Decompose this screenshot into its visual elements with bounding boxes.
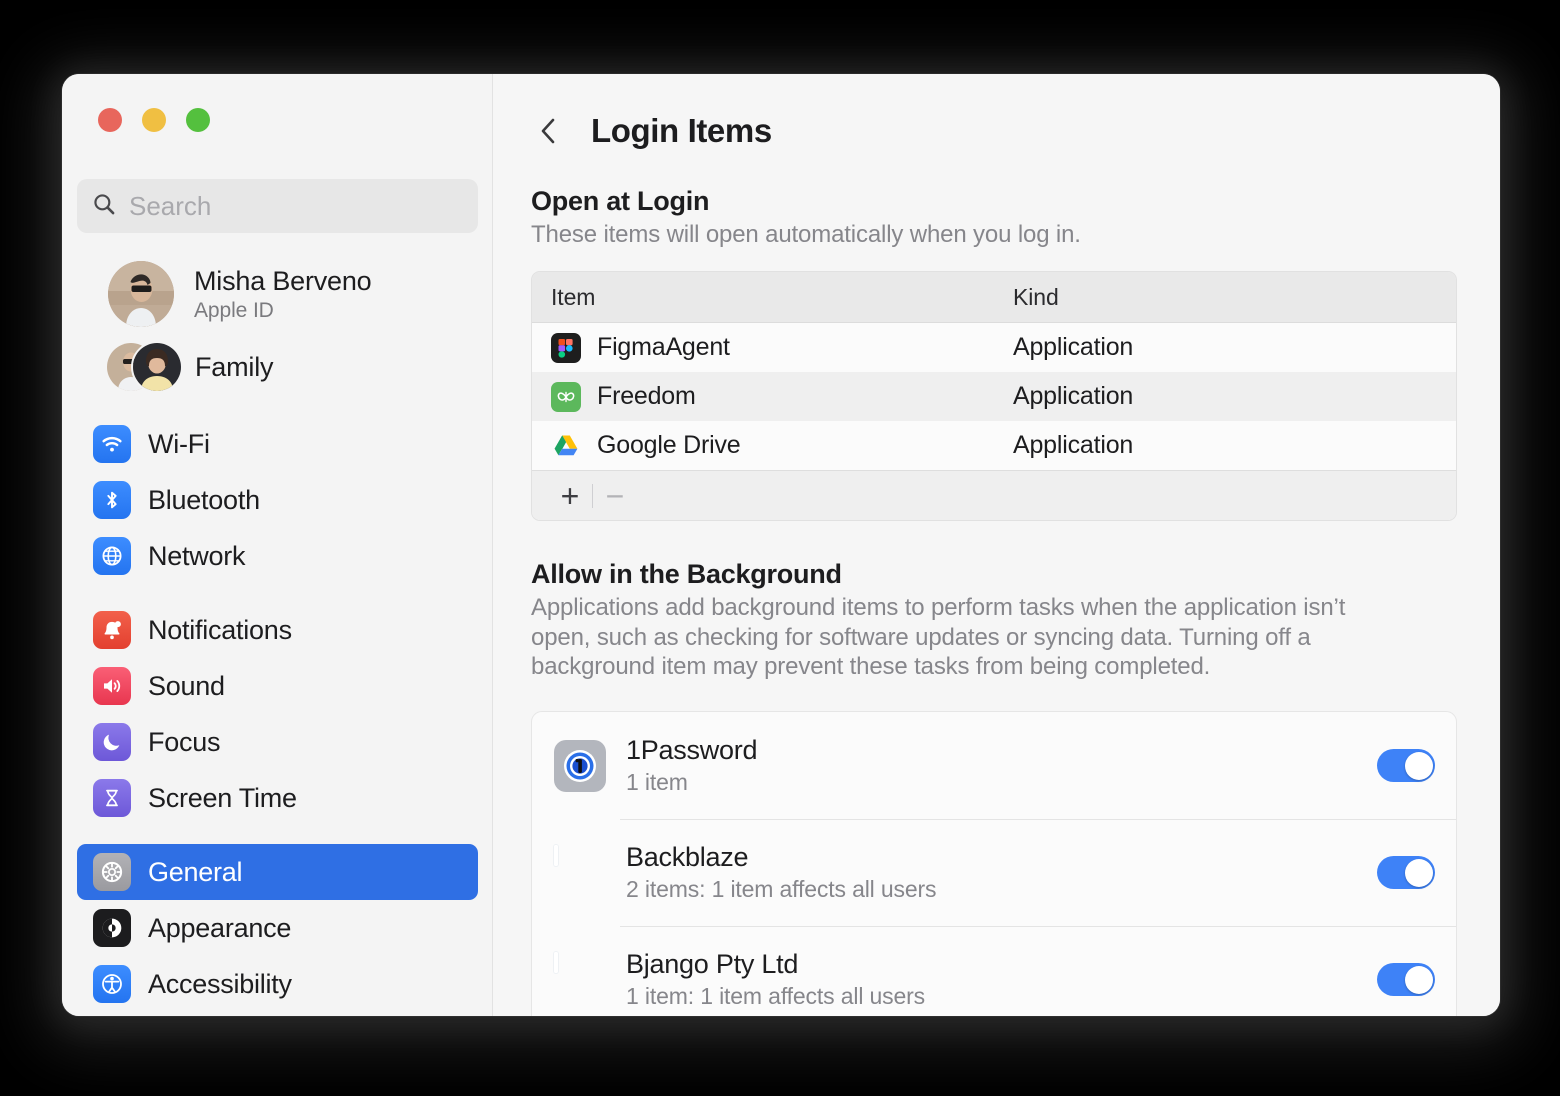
google-drive-icon [551, 431, 581, 461]
window-controls [98, 108, 210, 132]
onepassword-icon [554, 739, 606, 792]
login-item-name: Freedom [597, 382, 696, 411]
toggle-knob [1404, 751, 1433, 780]
network-icon [93, 537, 131, 575]
sidebar-nav: Misha Berveno Apple ID Family Wi-Fi Blue… [62, 252, 492, 1012]
background-app-toggle[interactable] [1377, 963, 1435, 997]
speaker-icon [93, 667, 131, 705]
login-item-name: Google Drive [597, 431, 741, 460]
page-title: Login Items [591, 112, 772, 149]
wifi-icon [93, 425, 131, 463]
sidebar-item-appearance[interactable]: Appearance [77, 900, 478, 956]
back-button[interactable] [531, 114, 565, 148]
sidebar-item-label: Sound [148, 670, 225, 701]
sidebar-item-label: Appearance [148, 912, 292, 943]
sidebar-item-label: Screen Time [148, 782, 297, 813]
family-avatars [105, 341, 183, 393]
close-button[interactable] [98, 108, 122, 132]
login-item-kind: Application [1013, 431, 1134, 460]
desktop-backdrop: Misha Berveno Apple ID [0, 0, 1560, 1096]
bluetooth-icon [93, 481, 131, 519]
sidebar-item-focus[interactable]: Focus [77, 714, 478, 770]
background-app-toggle[interactable] [1377, 856, 1435, 890]
search-field[interactable] [77, 179, 478, 233]
login-item-name: FigmaAgent [597, 333, 730, 362]
background-app-detail: 1 item [626, 769, 688, 796]
sidebar-item-apple-id[interactable]: Misha Berveno Apple ID [77, 252, 478, 336]
toggle-knob [1404, 858, 1433, 887]
family-avatar-2 [131, 341, 183, 393]
sidebar-item-label: Wi-Fi [148, 428, 210, 459]
column-header-kind[interactable]: Kind [1002, 284, 1456, 311]
background-items-list: 1Password 1 item Backblaze 2 items: 1 it… [531, 711, 1457, 1016]
open-at-login-heading: Open at Login [531, 186, 710, 216]
sidebar-item-notifications[interactable]: Notifications [77, 602, 478, 658]
sidebar-item-bluetooth[interactable]: Bluetooth [77, 472, 478, 528]
sidebar-item-network[interactable]: Network [77, 528, 478, 584]
generic-app-icon [554, 844, 606, 899]
table-row[interactable]: Google Drive Application [532, 421, 1456, 471]
generic-app-icon [554, 951, 606, 1006]
freedom-icon [551, 381, 581, 412]
account-name: Misha Berveno [194, 265, 372, 296]
toggle-knob [1404, 965, 1433, 994]
sidebar-item-general[interactable]: General [77, 844, 478, 900]
list-item[interactable]: Backblaze 2 items: 1 item affects all us… [532, 819, 1456, 926]
login-items-table: Item Kind FigmaAgent Application Freedom… [531, 271, 1457, 522]
sidebar-item-label: Notifications [148, 614, 292, 645]
main-panel: Login Items Open at Login These items wi… [493, 74, 1500, 1016]
sidebar-item-label: General [148, 856, 243, 887]
sidebar-item-label: Network [148, 540, 246, 571]
zoom-button[interactable] [186, 108, 210, 132]
sidebar-group-connectivity: Wi-Fi Bluetooth Network [62, 416, 492, 584]
column-header-item[interactable]: Item [532, 284, 1002, 311]
open-at-login-description: These items will open automatically when… [531, 221, 1081, 248]
table-row[interactable]: FigmaAgent Application [532, 323, 1456, 373]
sidebar-item-accessibility[interactable]: Accessibility [77, 956, 478, 1012]
hourglass-icon [93, 779, 131, 817]
minimize-button[interactable] [142, 108, 166, 132]
table-header-row: Item Kind [532, 272, 1456, 324]
bell-icon [93, 611, 131, 649]
table-row[interactable]: Freedom Application [532, 372, 1456, 422]
account-subtitle: Apple ID [194, 298, 274, 322]
system-settings-window: Misha Berveno Apple ID [62, 74, 1500, 1016]
avatar [108, 261, 174, 327]
sidebar-item-label: Family [195, 351, 274, 382]
search-icon [91, 191, 117, 222]
list-item[interactable]: Bjango Pty Ltd 1 item: 1 item affects al… [532, 926, 1456, 1016]
sidebar-item-family[interactable]: Family [77, 336, 478, 398]
main-header: Login Items [531, 74, 1462, 158]
allow-background-heading: Allow in the Background [531, 559, 842, 590]
background-app-name: Backblaze [626, 842, 749, 873]
background-app-detail: 2 items: 1 item affects all users [626, 876, 937, 903]
moon-icon [93, 723, 131, 761]
sidebar-item-label: Focus [148, 726, 221, 757]
sidebar-item-label: Accessibility [148, 968, 292, 999]
sidebar-group-personal: General Appearance Accessibility [62, 844, 492, 1012]
background-app-name: 1Password [626, 735, 758, 766]
accessibility-icon [93, 965, 131, 1003]
sidebar-item-wi-fi[interactable]: Wi-Fi [77, 416, 478, 472]
sidebar-item-sound[interactable]: Sound [77, 658, 478, 714]
sidebar-group-system: Notifications Sound Focus Screen Time [62, 602, 492, 826]
background-app-detail: 1 item: 1 item affects all users [626, 983, 926, 1010]
figma-icon [551, 332, 581, 363]
sidebar: Misha Berveno Apple ID [62, 74, 493, 1016]
login-item-kind: Application [1013, 333, 1134, 362]
background-app-toggle[interactable] [1377, 749, 1435, 783]
back-chevron-icon [541, 118, 555, 144]
appearance-icon [93, 909, 131, 947]
search-input[interactable] [129, 190, 464, 222]
login-item-kind: Application [1013, 382, 1134, 411]
allow-background-description: Applications add background items to per… [531, 594, 1346, 680]
add-login-item-button[interactable]: + [548, 478, 592, 514]
background-app-name: Bjango Pty Ltd [626, 949, 799, 980]
sidebar-item-label: Bluetooth [148, 484, 260, 515]
remove-login-item-button: − [605, 477, 625, 514]
table-toolbar: + − [532, 470, 1456, 521]
list-item[interactable]: 1Password 1 item [532, 712, 1456, 819]
gear-icon [93, 853, 131, 891]
sidebar-item-screen-time[interactable]: Screen Time [77, 770, 478, 826]
